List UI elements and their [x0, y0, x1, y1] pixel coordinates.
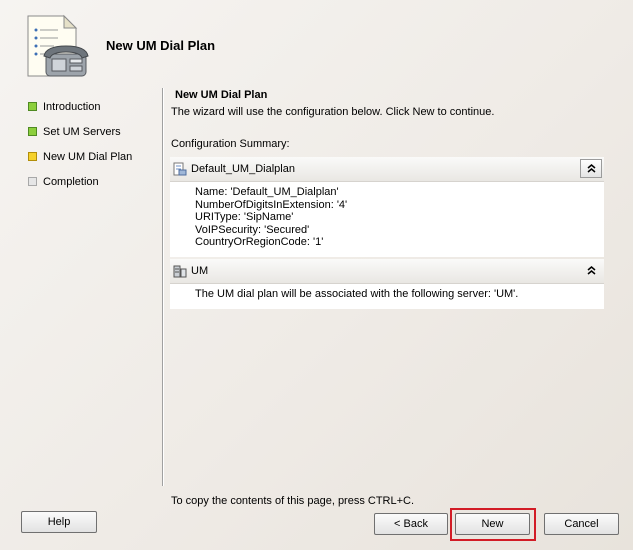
step-new-um-dial-plan: New UM Dial Plan — [28, 144, 158, 169]
config-line: Name: 'Default_UM_Dialplan' — [195, 186, 339, 198]
copy-hint: To copy the contents of this page, press… — [171, 495, 415, 507]
configuration-summary-label: Configuration Summary: — [171, 138, 290, 150]
step-complete-icon — [28, 102, 37, 111]
wizard-title: New UM Dial Plan — [106, 38, 216, 53]
config-line: The UM dial plan will be associated with… — [195, 288, 519, 300]
step-label: Introduction — [43, 100, 101, 113]
phone-document-icon — [27, 14, 89, 77]
step-completion: Completion — [28, 169, 158, 194]
summary-section-dialplan: Default_UM_Dialplan Name: 'Default_UM_Di… — [170, 157, 604, 257]
step-current-icon — [28, 152, 37, 161]
step-complete-icon — [28, 127, 37, 136]
new-button-highlight — [450, 508, 536, 541]
dialplan-icon — [173, 162, 187, 176]
section-title: Default_UM_Dialplan — [191, 163, 295, 175]
double-chevron-up-icon — [587, 266, 595, 275]
server-icon — [173, 265, 187, 278]
panel-divider — [162, 88, 164, 486]
config-line: CountryOrRegionCode: '1' — [195, 236, 324, 248]
step-label: Set UM Servers — [43, 125, 121, 138]
section-body: The UM dial plan will be associated with… — [170, 284, 604, 309]
page-description: The wizard will use the configuration be… — [171, 106, 495, 118]
section-header: UM — [170, 259, 604, 284]
step-pending-icon — [28, 177, 37, 186]
section-body: Name: 'Default_UM_Dialplan' NumberOfDigi… — [170, 182, 604, 257]
double-chevron-up-icon — [587, 164, 595, 173]
step-set-um-servers: Set UM Servers — [28, 119, 158, 144]
step-label: New UM Dial Plan — [43, 150, 133, 163]
step-introduction: Introduction — [28, 94, 158, 119]
config-line: URIType: 'SipName' — [195, 211, 294, 223]
collapse-button[interactable] — [580, 159, 602, 178]
page-title: New UM Dial Plan — [175, 89, 268, 101]
back-button[interactable]: < Back — [374, 513, 448, 535]
config-line: NumberOfDigitsInExtension: '4' — [195, 198, 348, 211]
step-label: Completion — [43, 175, 99, 188]
help-button[interactable]: Help — [21, 511, 97, 533]
summary-section-server: UM The UM dial plan will be associated w… — [170, 259, 604, 309]
collapse-button[interactable] — [580, 261, 602, 280]
section-header: Default_UM_Dialplan — [170, 157, 604, 182]
cancel-button[interactable]: Cancel — [544, 513, 619, 535]
section-title: UM — [191, 265, 209, 277]
wizard-header: New UM Dial Plan — [0, 0, 633, 84]
wizard-steps: Introduction Set UM Servers New UM Dial … — [28, 94, 158, 194]
config-line: VoIPSecurity: 'Secured' — [195, 223, 310, 236]
